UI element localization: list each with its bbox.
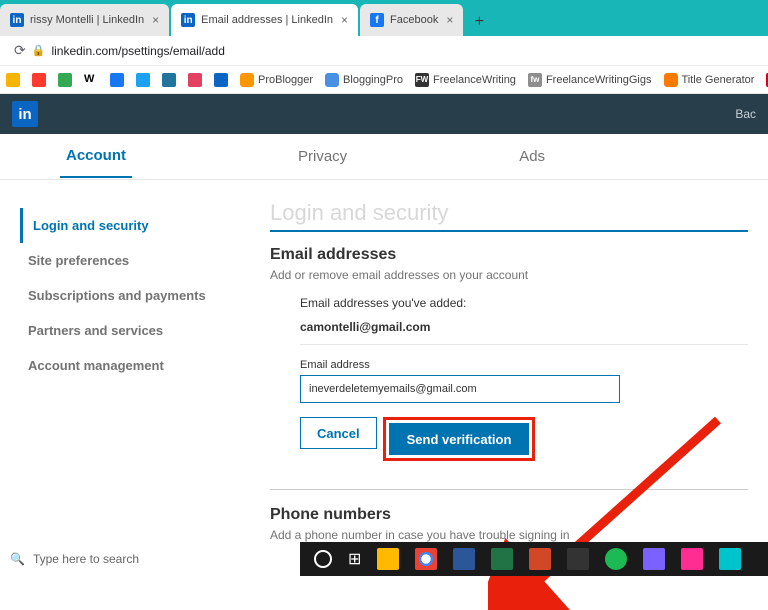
sidebar-item[interactable]: Partners and services xyxy=(20,313,240,348)
close-icon[interactable]: × xyxy=(446,13,453,27)
bookmark-item[interactable] xyxy=(162,73,176,87)
bookmark-icon xyxy=(325,73,339,87)
linkedin-icon: in xyxy=(181,13,195,27)
tab-label: Email addresses | LinkedIn xyxy=(201,14,333,26)
app-icon[interactable] xyxy=(643,548,665,570)
bookmark-icon: W xyxy=(84,73,98,87)
browser-tab[interactable]: f Facebook × xyxy=(360,4,463,36)
settings-tabs: Account Privacy Ads xyxy=(0,134,768,180)
cancel-button[interactable]: Cancel xyxy=(300,417,377,449)
tab-privacy[interactable]: Privacy xyxy=(292,136,353,177)
bookmark-icon xyxy=(58,73,72,87)
powerpoint-icon[interactable] xyxy=(529,548,551,570)
cortana-icon[interactable] xyxy=(314,550,332,568)
bookmark-item[interactable]: ProBlogger xyxy=(240,73,313,87)
close-icon[interactable]: × xyxy=(152,13,159,27)
taskbar-icons: ⊞ xyxy=(300,548,741,570)
bookmark-icon xyxy=(188,73,202,87)
phone-heading: Phone numbers xyxy=(270,506,748,524)
app-icon[interactable] xyxy=(681,548,703,570)
divider xyxy=(300,344,748,345)
app-icon[interactable] xyxy=(377,548,399,570)
bookmark-item[interactable]: BloggingPro xyxy=(325,73,403,87)
sidebar-item[interactable]: Subscriptions and payments xyxy=(20,278,240,313)
close-icon[interactable]: × xyxy=(341,13,348,27)
sidebar: Login and securitySite preferencesSubscr… xyxy=(20,200,240,556)
bookmark-item[interactable] xyxy=(110,73,124,87)
bookmark-icon: FW xyxy=(415,73,429,87)
added-label: Email addresses you've added: xyxy=(300,296,748,310)
section-bg-title: Login and security xyxy=(270,200,748,226)
tab-ads[interactable]: Ads xyxy=(513,136,551,177)
bookmark-icon xyxy=(240,73,254,87)
bookmark-item[interactable]: Title Generator xyxy=(664,73,755,87)
excel-icon[interactable] xyxy=(491,548,513,570)
browser-tab[interactable]: in rissy Montelli | LinkedIn × xyxy=(0,4,169,36)
search-placeholder: Type here to search xyxy=(33,552,139,566)
bookmark-icon: fw xyxy=(528,73,542,87)
bookmark-item[interactable] xyxy=(136,73,150,87)
sidebar-item[interactable]: Account management xyxy=(20,348,240,383)
browser-tab-strip: in rissy Montelli | LinkedIn × in Email … xyxy=(0,0,768,36)
bookmarks-bar: W ProBlogger BloggingPro FW FreelanceWriting… xyxy=(0,66,768,94)
bookmark-icon xyxy=(32,73,46,87)
existing-email: camontelli@gmail.com xyxy=(300,320,748,334)
bookmark-icon xyxy=(214,73,228,87)
address-bar: ⟳ 🔒 linkedin.com/psettings/email/add xyxy=(0,36,768,66)
bookmark-item[interactable]: FW FreelanceWriting xyxy=(415,73,516,87)
app-icon[interactable] xyxy=(719,548,741,570)
sidebar-item[interactable]: Login and security xyxy=(20,208,240,243)
linkedin-icon: in xyxy=(10,13,24,27)
chrome-icon[interactable] xyxy=(415,548,437,570)
bookmark-item[interactable]: W xyxy=(84,73,98,87)
bookmark-icon xyxy=(664,73,678,87)
search-icon: 🔍 xyxy=(10,552,25,566)
lock-icon: 🔒 xyxy=(32,44,46,57)
page-subheading: Add or remove email addresses on your ac… xyxy=(270,268,748,282)
tab-label: rissy Montelli | LinkedIn xyxy=(30,14,144,26)
spotify-icon[interactable] xyxy=(605,548,627,570)
bookmark-icon xyxy=(110,73,124,87)
browser-tab[interactable]: in Email addresses | LinkedIn × xyxy=(171,4,358,36)
bookmark-icon xyxy=(6,73,20,87)
bookmark-item[interactable] xyxy=(32,73,46,87)
page-heading: Email addresses xyxy=(270,246,748,264)
linkedin-header: in Bac xyxy=(0,94,768,134)
task-view-icon[interactable]: ⊞ xyxy=(348,549,361,569)
bookmark-label: BloggingPro xyxy=(343,74,403,86)
field-label: Email address xyxy=(300,359,748,371)
reload-icon[interactable]: ⟳ xyxy=(14,42,26,59)
bookmark-item[interactable] xyxy=(188,73,202,87)
word-icon[interactable] xyxy=(453,548,475,570)
taskbar-search[interactable]: 🔍 Type here to search xyxy=(0,542,300,576)
divider xyxy=(270,230,748,232)
windows-taskbar: 🔍 Type here to search ⊞ xyxy=(0,542,768,576)
bookmark-item[interactable] xyxy=(214,73,228,87)
bookmark-icon xyxy=(162,73,176,87)
highlight-box: Send verification xyxy=(383,417,536,461)
new-tab-button[interactable]: + xyxy=(465,8,493,36)
send-verification-button[interactable]: Send verification xyxy=(389,423,530,455)
content-area: Login and security Email addresses Add o… xyxy=(240,200,748,556)
tab-label: Facebook xyxy=(390,14,438,26)
facebook-icon: f xyxy=(370,13,384,27)
email-input[interactable] xyxy=(300,375,620,403)
bookmark-item[interactable] xyxy=(58,73,72,87)
bookmark-label: FreelanceWritingGigs xyxy=(546,74,652,86)
bookmark-label: Title Generator xyxy=(682,74,755,86)
tab-account[interactable]: Account xyxy=(60,135,132,178)
divider xyxy=(270,489,748,490)
url-text[interactable]: linkedin.com/psettings/email/add xyxy=(51,44,224,58)
bookmark-item[interactable]: fw FreelanceWritingGigs xyxy=(528,73,652,87)
back-link[interactable]: Bac xyxy=(735,107,756,121)
bookmark-icon xyxy=(136,73,150,87)
bookmark-item[interactable] xyxy=(6,73,20,87)
calculator-icon[interactable] xyxy=(567,548,589,570)
phone-subheading: Add a phone number in case you have trou… xyxy=(270,528,748,542)
bookmark-label: ProBlogger xyxy=(258,74,313,86)
linkedin-logo[interactable]: in xyxy=(12,101,38,127)
sidebar-item[interactable]: Site preferences xyxy=(20,243,240,278)
bookmark-label: FreelanceWriting xyxy=(433,74,516,86)
